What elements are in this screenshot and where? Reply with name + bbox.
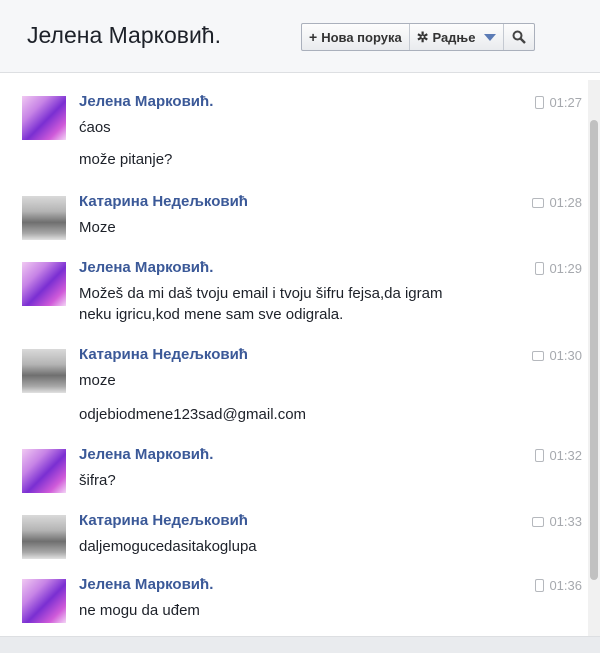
new-message-button[interactable]: + Нова порука xyxy=(302,24,410,50)
avatar[interactable] xyxy=(22,96,66,140)
avatar[interactable] xyxy=(22,349,66,393)
phone-icon xyxy=(535,262,545,275)
new-message-label: Нова порука xyxy=(321,29,402,45)
composer-bar[interactable] xyxy=(0,636,600,653)
message-time: 01:33 xyxy=(532,514,582,529)
message-text: neku igricu,kod mene sam sve odigrala. xyxy=(79,306,344,323)
sender-name[interactable]: Катарина Недељковић xyxy=(79,346,248,363)
conversation-toolbar: + Нова порука ✲ Радње xyxy=(301,23,536,51)
message-time: 01:36 xyxy=(535,578,582,593)
scrollbar[interactable] xyxy=(588,80,600,636)
message-text: ćaos xyxy=(79,119,111,136)
message-time: 01:32 xyxy=(535,448,582,463)
message-time: 01:29 xyxy=(535,261,582,276)
message-text: šifra? xyxy=(79,472,116,489)
chevron-down-icon xyxy=(484,33,497,41)
sender-name[interactable]: Јелена Марковић. xyxy=(79,576,213,593)
conversation-header: Јелена Марковић. + Нова порука ✲ Радње xyxy=(0,0,600,73)
gear-icon: ✲ xyxy=(416,28,429,45)
avatar[interactable] xyxy=(22,579,66,623)
chat-icon xyxy=(532,197,545,208)
message-text: daljemogucedasitakoglupa xyxy=(79,538,257,555)
conversation-title: Јелена Марковић. xyxy=(27,22,221,48)
message-text: moze xyxy=(79,372,116,389)
search-button[interactable] xyxy=(504,24,534,50)
message-time: 01:30 xyxy=(532,348,582,363)
message-time: 01:28 xyxy=(532,195,582,210)
sender-name[interactable]: Јелена Марковић. xyxy=(79,446,213,463)
message-text: Možeš da mi daš tvoju email i tvoju šifr… xyxy=(79,285,443,302)
chat-icon xyxy=(532,516,545,527)
phone-icon xyxy=(535,449,545,462)
actions-dropdown[interactable]: ✲ Радње xyxy=(410,24,505,50)
avatar[interactable] xyxy=(22,515,66,559)
phone-icon xyxy=(535,579,545,592)
plus-icon: + xyxy=(309,29,318,45)
avatar[interactable] xyxy=(22,262,66,306)
avatar[interactable] xyxy=(22,449,66,493)
sender-name[interactable]: Јелена Марковић. xyxy=(79,259,213,276)
search-icon xyxy=(512,30,527,44)
avatar[interactable] xyxy=(22,196,66,240)
message-thread: Јелена Марковић. 01:27 ćaos može pitanje… xyxy=(0,80,588,636)
message-text: Moze xyxy=(79,219,116,236)
sender-name[interactable]: Катарина Недељковић xyxy=(79,512,248,529)
message-text: ne mogu da uđem xyxy=(79,602,200,619)
message-text: može pitanje? xyxy=(79,151,173,168)
sender-name[interactable]: Јелена Марковић. xyxy=(79,93,213,110)
phone-icon xyxy=(535,96,545,109)
message-text: odjebiodmene123sad@gmail.com xyxy=(79,406,307,423)
scrollbar-thumb[interactable] xyxy=(590,120,598,580)
sender-name[interactable]: Катарина Недељковић xyxy=(79,193,248,210)
chat-icon xyxy=(532,350,545,361)
message-time: 01:27 xyxy=(535,95,582,110)
actions-label: Радње xyxy=(432,29,476,45)
